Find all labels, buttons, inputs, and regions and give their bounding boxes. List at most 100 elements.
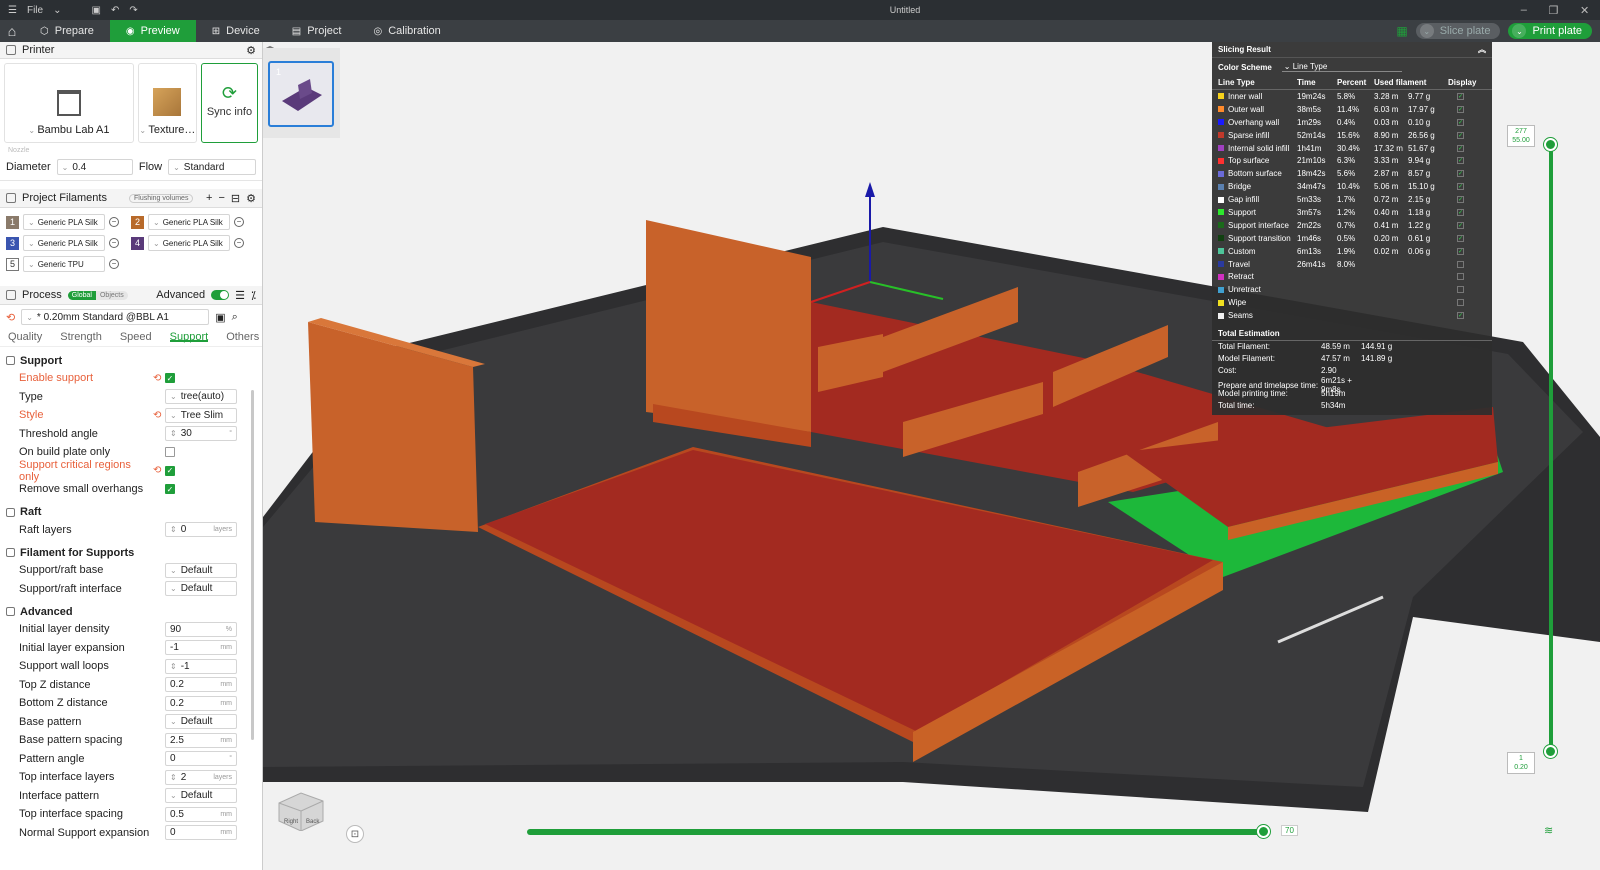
display-checkbox[interactable]: ✓: [1457, 183, 1464, 191]
plate-thumbnail[interactable]: 1: [268, 61, 334, 127]
display-checkbox[interactable]: ✓: [1457, 105, 1464, 113]
chevron-down-icon[interactable]: ⌄: [170, 791, 177, 800]
remove-overhangs-checkbox[interactable]: ✓: [165, 484, 175, 495]
support-base-select[interactable]: ⌄ Default: [165, 562, 237, 578]
option-input[interactable]: 2.5 mm: [165, 732, 237, 748]
process-preset-select[interactable]: ⌄ * 0.20mm Standard @BBL A1: [21, 309, 210, 325]
remove-filament-icon[interactable]: −: [109, 217, 119, 227]
top-layer-handle[interactable]: [1544, 138, 1557, 151]
gear-icon[interactable]: ⚙: [246, 44, 256, 57]
remove-icon[interactable]: −: [218, 192, 224, 204]
save-preset-icon[interactable]: ▣: [215, 311, 225, 324]
home-icon[interactable]: ⌂: [0, 23, 24, 39]
diameter-select[interactable]: ⌄ 0.4: [56, 159, 133, 175]
plate-layout-icon[interactable]: ▦: [1396, 24, 1407, 38]
bottom-layer-handle[interactable]: [1544, 745, 1557, 758]
filament-number[interactable]: 2: [131, 215, 144, 229]
filament-select[interactable]: ⌄ Generic PLA Silk: [23, 214, 105, 230]
hamburger-menu-icon[interactable]: ☰: [8, 5, 17, 16]
reset-icon[interactable]: ⟲: [153, 373, 165, 384]
objects-option[interactable]: Objects: [95, 290, 128, 300]
add-icon[interactable]: +: [206, 192, 212, 204]
option-input[interactable]: ⌄ Default: [165, 714, 237, 730]
chevron-down-icon[interactable]: ⌄: [53, 5, 61, 16]
close-icon[interactable]: ✕: [1580, 4, 1589, 17]
tab-prepare[interactable]: ⬡ Prepare: [24, 20, 110, 42]
collapse-icon[interactable]: ︽: [1478, 44, 1486, 55]
reset-icon[interactable]: ⟲: [6, 311, 15, 324]
remove-filament-icon[interactable]: −: [109, 238, 119, 248]
support-style-select[interactable]: ⌄ Tree Slim: [165, 407, 237, 423]
file-menu[interactable]: File: [27, 5, 43, 16]
chevron-down-icon[interactable]: ⌄: [1419, 24, 1434, 38]
display-checkbox[interactable]: ✓: [1457, 92, 1464, 100]
navcube-back-label[interactable]: Back: [306, 819, 320, 825]
save-icon[interactable]: ▣: [91, 5, 100, 16]
display-checkbox[interactable]: [1457, 286, 1464, 294]
tab-quality[interactable]: Quality: [8, 331, 42, 343]
filament-select[interactable]: ⌄ Generic PLA Silk: [148, 214, 230, 230]
remove-filament-icon[interactable]: −: [234, 217, 244, 227]
option-input[interactable]: 0.2 mm: [165, 677, 237, 693]
option-input[interactable]: ⇕ -1: [165, 658, 237, 674]
option-input[interactable]: ⌄ Default: [165, 788, 237, 804]
tab-support[interactable]: Support: [169, 331, 209, 343]
tab-calibration[interactable]: ◎ Calibration: [357, 20, 456, 42]
filament-number[interactable]: 4: [131, 236, 144, 250]
fit-view-icon[interactable]: ⊡: [346, 825, 364, 843]
display-checkbox[interactable]: [1457, 273, 1464, 281]
printer-selector[interactable]: ⌄ Bambu Lab A1: [4, 63, 134, 143]
display-checkbox[interactable]: ✓: [1457, 170, 1464, 178]
option-input[interactable]: 0 mm: [165, 825, 237, 841]
display-checkbox[interactable]: ✓: [1457, 118, 1464, 126]
stepper-icon[interactable]: ⇕: [170, 429, 177, 438]
display-checkbox[interactable]: ✓: [1457, 247, 1464, 255]
threshold-angle-input[interactable]: ⇕ 30 °: [165, 426, 237, 442]
display-checkbox[interactable]: ✓: [1457, 157, 1464, 165]
display-checkbox[interactable]: ✓: [1457, 221, 1464, 229]
move-slider-handle[interactable]: [1257, 825, 1270, 838]
display-checkbox[interactable]: ✓: [1457, 312, 1464, 320]
global-option[interactable]: Global: [67, 290, 96, 300]
sidebar-scrollbar[interactable]: [251, 390, 254, 740]
chevron-down-icon[interactable]: ⌄: [1512, 24, 1527, 38]
support-type-select[interactable]: ⌄ tree(auto): [165, 389, 237, 405]
display-checkbox[interactable]: [1457, 260, 1464, 268]
gear-icon[interactable]: ⚙: [246, 192, 256, 205]
raft-layers-input[interactable]: ⇕ 0 layers: [165, 522, 237, 538]
enable-support-checkbox[interactable]: ✓: [165, 373, 175, 384]
tab-strength[interactable]: Strength: [60, 331, 102, 343]
global-objects-switch[interactable]: Global Objects: [67, 290, 128, 300]
display-checkbox[interactable]: ✓: [1457, 144, 1464, 152]
chevron-down-icon[interactable]: ⌄: [170, 717, 177, 726]
slice-plate-button[interactable]: ⌄ Slice plate: [1415, 23, 1501, 39]
flow-select[interactable]: ⌄ Standard: [168, 159, 256, 175]
remove-filament-icon[interactable]: −: [109, 259, 119, 269]
filament-number[interactable]: 3: [6, 236, 19, 250]
support-interface-select[interactable]: ⌄ Default: [165, 581, 237, 597]
reset-icon[interactable]: ⟲: [153, 410, 165, 421]
display-checkbox[interactable]: [1457, 299, 1464, 307]
stepper-icon[interactable]: ⇕: [170, 773, 177, 782]
list-icon[interactable]: ☰: [235, 289, 245, 302]
critical-regions-checkbox[interactable]: ✓: [165, 465, 175, 476]
tab-others[interactable]: Others: [226, 331, 259, 343]
compare-icon[interactable]: ⁒: [251, 289, 256, 302]
display-checkbox[interactable]: ✓: [1457, 196, 1464, 204]
redo-icon[interactable]: ↷: [129, 5, 137, 16]
option-input[interactable]: ⇕ 2 layers: [165, 769, 237, 785]
sync-filament-icon[interactable]: ⊟: [231, 192, 240, 205]
color-scheme-select[interactable]: ⌄ Line Type: [1281, 62, 1402, 72]
advanced-toggle[interactable]: [211, 290, 230, 300]
stepper-icon[interactable]: ⇕: [170, 525, 177, 534]
option-input[interactable]: 0.5 mm: [165, 806, 237, 822]
tab-project[interactable]: ▤ Project: [276, 20, 358, 42]
view-navigation-cube[interactable]: Right Back: [275, 787, 327, 831]
reset-icon[interactable]: ⟲: [153, 465, 165, 476]
layers-stack-icon[interactable]: ≋: [1544, 824, 1553, 837]
sync-info-button[interactable]: ⟳ Sync info: [200, 63, 258, 143]
filament-select[interactable]: ⌄ Generic PLA Silk: [148, 235, 230, 251]
filament-number[interactable]: 5: [6, 257, 19, 271]
display-checkbox[interactable]: ✓: [1457, 131, 1464, 139]
build-plate-only-checkbox[interactable]: [165, 447, 175, 458]
